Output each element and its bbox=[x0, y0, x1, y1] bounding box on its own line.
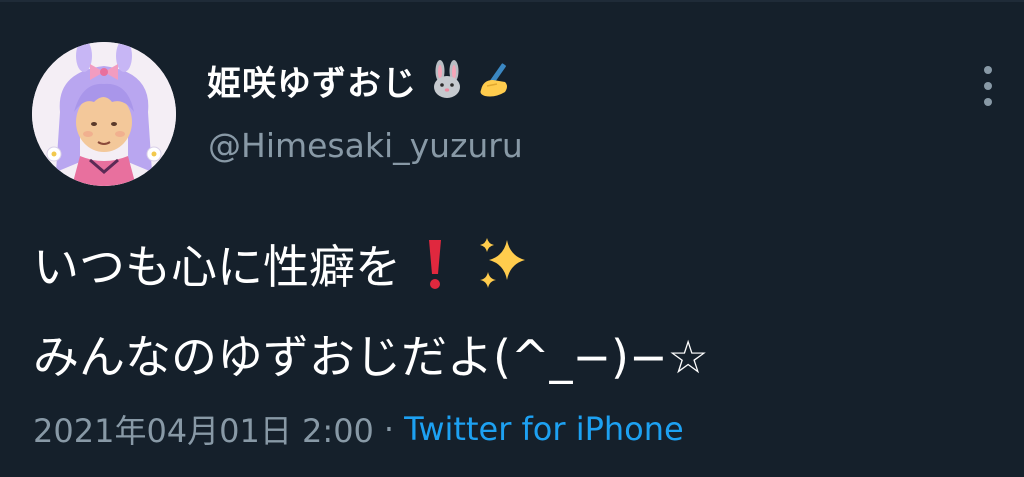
tweet-text: みんなのゆずおじだよ(^_−)−☆ bbox=[33, 330, 709, 384]
sparkles-icon bbox=[473, 234, 533, 294]
source-link[interactable]: Twitter for iPhone bbox=[404, 410, 684, 448]
rabbit-face-icon bbox=[427, 60, 467, 100]
writing-hand-icon bbox=[475, 60, 515, 100]
tweet-text-line-1: いつも心に性癖を bbox=[33, 232, 533, 296]
meta-separator: · bbox=[383, 410, 395, 448]
more-dot bbox=[984, 82, 992, 90]
display-name-text: 姫咲ゆずおじ bbox=[207, 63, 417, 104]
top-divider bbox=[0, 0, 1024, 2]
red-exclamation-icon bbox=[423, 236, 447, 292]
avatar-image bbox=[32, 42, 176, 186]
more-dot bbox=[984, 66, 992, 74]
user-handle[interactable]: @Himesaki_yuzuru bbox=[208, 126, 523, 165]
display-name[interactable]: 姫咲ゆずおじ bbox=[207, 56, 515, 104]
tweet-text-line-2: みんなのゆずおじだよ(^_−)−☆ bbox=[33, 322, 709, 386]
avatar[interactable] bbox=[32, 42, 176, 186]
more-vertical-icon[interactable] bbox=[976, 66, 1000, 106]
tweet-text: いつも心に性癖を bbox=[33, 240, 401, 294]
timestamp[interactable]: 2021年04月01日 2:00 bbox=[33, 406, 374, 452]
tweet-meta: 2021年04月01日 2:00 · Twitter for iPhone bbox=[33, 405, 684, 453]
more-dot bbox=[984, 98, 992, 106]
